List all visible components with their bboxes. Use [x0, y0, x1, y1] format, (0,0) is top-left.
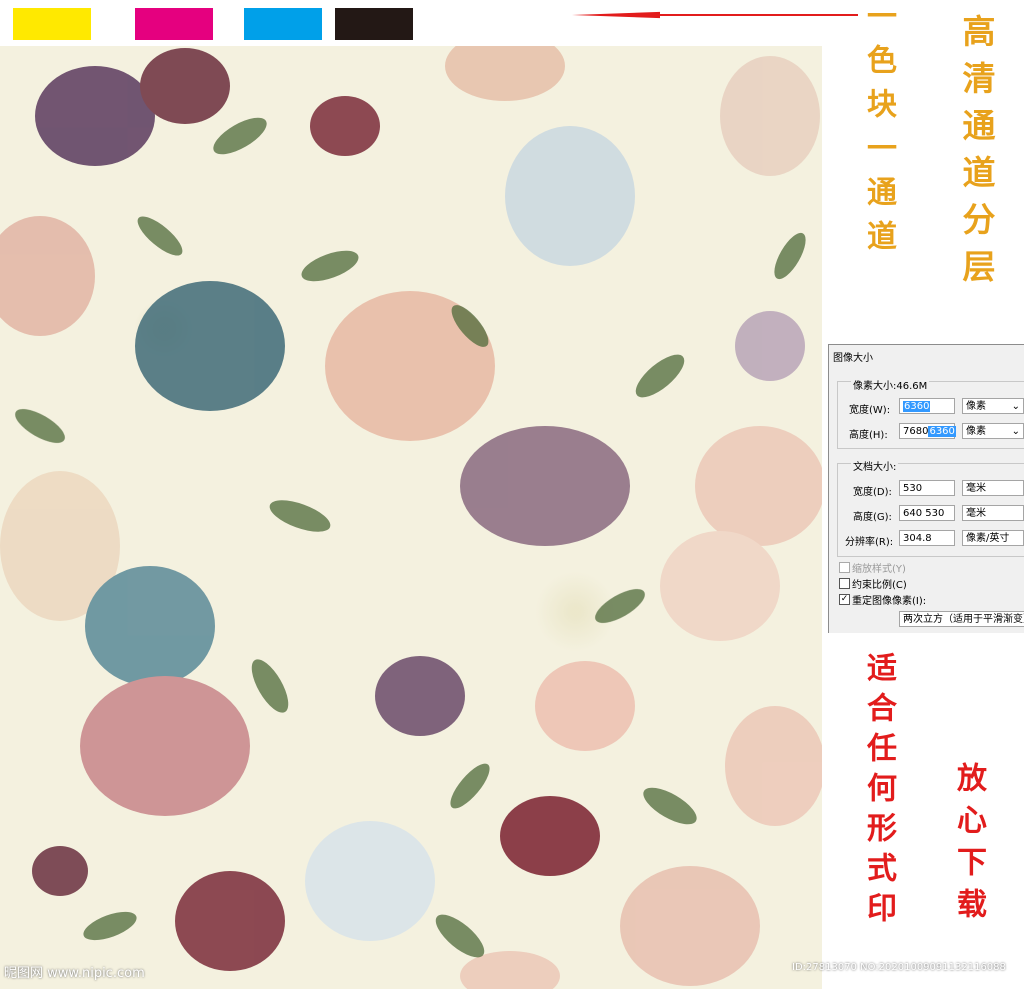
- doc-width-label: 宽度(D):: [853, 487, 892, 498]
- constrain-label: 约束比例(C): [852, 580, 907, 591]
- pixel-size-label: 像素大小:46.6M: [851, 377, 930, 392]
- image-size-dialog: 图像大小 像素大小:46.6M 宽度(W): 6360 像素 ⌄ 高度(H): 7…: [828, 344, 1024, 633]
- floral-pattern-image: [0, 46, 822, 989]
- resolution-input[interactable]: 304.8: [899, 530, 955, 546]
- resample-method-select[interactable]: 两次立方（适用于平滑渐变）: [899, 611, 1024, 627]
- chevron-down-icon: ⌄: [1011, 401, 1020, 412]
- doc-height-unit-select[interactable]: 毫米: [962, 505, 1024, 521]
- doc-width-unit-select[interactable]: 毫米: [962, 480, 1024, 496]
- height-unit-select[interactable]: 像素 ⌄: [962, 423, 1024, 439]
- width-input[interactable]: 6360: [899, 398, 955, 414]
- cyan-swatch: [244, 8, 322, 40]
- width-unit-select[interactable]: 像素 ⌄: [962, 398, 1024, 414]
- resolution-label: 分辨率(R):: [845, 537, 894, 548]
- doc-height-label: 高度(G):: [853, 512, 892, 523]
- black-swatch: [335, 8, 413, 40]
- resample-checkbox[interactable]: ✓: [839, 594, 850, 605]
- scale-styles-checkbox[interactable]: [839, 562, 850, 573]
- doc-height-input[interactable]: 640 530: [899, 505, 955, 521]
- constrain-checkbox[interactable]: [839, 578, 850, 589]
- chevron-down-icon: ⌄: [1011, 426, 1020, 437]
- dialog-title: 图像大小: [833, 353, 873, 364]
- caption-channel-per-swatch: 一色块一通道: [861, 0, 896, 264]
- doc-size-label: 文档大小:: [851, 458, 899, 473]
- caption-download: 放心下载: [951, 762, 986, 930]
- nipic-watermark: 昵图网 www.nipic.com: [4, 966, 145, 981]
- id-watermark: ID:27813070 NO:20201009091132116088: [792, 962, 1006, 973]
- resample-label: 重定图像像素(I):: [852, 596, 927, 607]
- doc-width-input[interactable]: 530: [899, 480, 955, 496]
- scale-styles-label: 缩放样式(Y): [852, 564, 906, 575]
- caption-suitable-print: 适合任何形式印: [861, 652, 896, 932]
- yellow-swatch: [13, 8, 91, 40]
- arrow-left-icon: [572, 11, 660, 19]
- height-input[interactable]: 76806360: [899, 423, 956, 439]
- magenta-swatch: [135, 8, 213, 40]
- caption-hd-layers: 高清通道分层: [957, 14, 996, 296]
- resolution-unit-select[interactable]: 像素/英寸: [962, 530, 1024, 546]
- height-label: 高度(H):: [849, 430, 888, 441]
- width-label: 宽度(W):: [849, 405, 891, 416]
